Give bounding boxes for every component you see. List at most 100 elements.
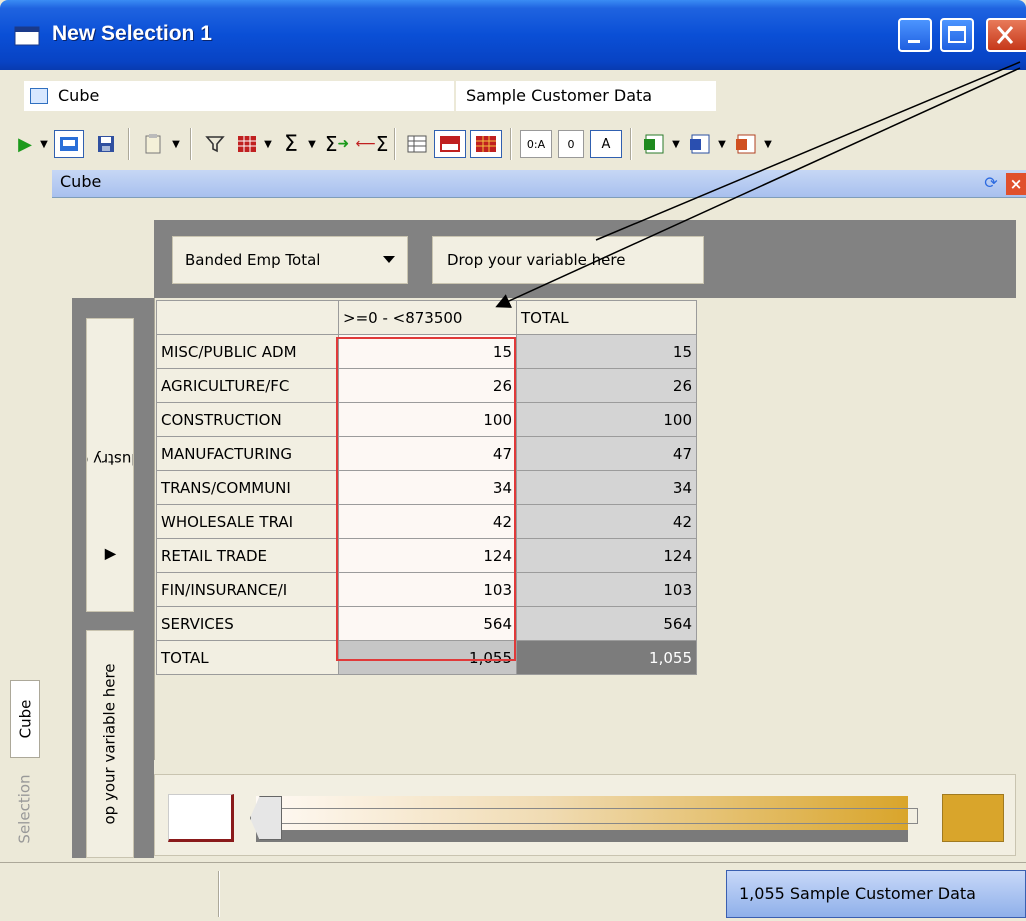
total-value-cell[interactable]: 34 xyxy=(516,470,697,505)
heatmap-view-icon[interactable] xyxy=(470,130,502,158)
zero-format-icon[interactable]: 0 xyxy=(558,130,584,158)
band-value-cell[interactable]: 47 xyxy=(338,436,517,471)
column-variable-label: Banded Emp Total xyxy=(185,251,321,269)
table-row: RETAIL TRADE 124 124 xyxy=(156,538,697,573)
total-value-cell[interactable]: 26 xyxy=(516,368,697,403)
data-source-field[interactable]: Sample Customer Data xyxy=(456,81,716,111)
excel-dropdown-icon[interactable]: ▼ xyxy=(670,130,682,158)
row-variable-chip[interactable]: ◀ Major Industry Category xyxy=(86,318,134,612)
sum-remove-icon[interactable]: ⟵ Σ xyxy=(356,130,389,158)
band-value-cell[interactable]: 42 xyxy=(338,504,517,539)
band-value-cell[interactable]: 26 xyxy=(338,368,517,403)
table-row: FIN/INSURANCE/I 103 103 xyxy=(156,572,697,607)
excel-export-icon[interactable] xyxy=(640,130,668,158)
band-value-cell[interactable]: 34 xyxy=(338,470,517,505)
open-icon[interactable] xyxy=(54,130,84,158)
list-view-icon[interactable] xyxy=(404,130,430,158)
clipboard-dropdown-icon[interactable]: ▼ xyxy=(170,130,182,158)
row-label[interactable]: MISC/PUBLIC ADM xyxy=(156,334,339,369)
filter-icon[interactable] xyxy=(202,130,228,158)
chevron-down-icon[interactable] xyxy=(383,256,395,263)
row-label[interactable]: FIN/INSURANCE/I xyxy=(156,572,339,607)
window-icon xyxy=(14,26,40,46)
total-value-cell[interactable]: 15 xyxy=(516,334,697,369)
table-row: WHOLESALE TRAI 42 42 xyxy=(156,504,697,539)
tab-selection-label: Selection xyxy=(16,774,35,844)
tab-cube[interactable]: Cube xyxy=(10,680,40,758)
table-icon[interactable] xyxy=(234,130,260,158)
cube-info-bar: Cube Sample Customer Data xyxy=(10,80,1026,112)
status-message: 1,055 Sample Customer Data xyxy=(726,870,1026,918)
decimal-format-icon[interactable]: 0:A xyxy=(520,130,552,158)
row-label[interactable]: AGRICULTURE/FC xyxy=(156,368,339,403)
row-label[interactable]: WHOLESALE TRAI xyxy=(156,504,339,539)
minimize-button[interactable] xyxy=(898,18,932,52)
cube-name: Cube xyxy=(58,86,100,105)
save-icon[interactable] xyxy=(92,130,120,158)
total-row: TOTAL 1,055 1,055 xyxy=(156,640,697,675)
total-value-cell[interactable]: 124 xyxy=(516,538,697,573)
cube-icon xyxy=(30,88,48,104)
sort-arrow-icon[interactable]: ◀ xyxy=(104,547,116,565)
band-grand-total-cell[interactable]: 1,055 xyxy=(338,640,517,675)
pin-icon[interactable]: ⟳ xyxy=(980,173,1002,195)
row-label[interactable]: MANUFACTURING xyxy=(156,436,339,471)
row-drop-zone[interactable]: op your variable here xyxy=(86,630,134,858)
pane-title: Cube xyxy=(60,172,102,191)
tab-cube-label: Cube xyxy=(16,699,35,739)
total-value-cell[interactable]: 564 xyxy=(516,606,697,641)
gradient-track xyxy=(266,808,918,824)
band-value-cell[interactable]: 103 xyxy=(338,572,517,607)
powerpoint-export-icon[interactable] xyxy=(732,130,760,158)
run-dropdown-icon[interactable]: ▼ xyxy=(38,130,50,158)
title-bar[interactable]: New Selection 1 xyxy=(0,0,1026,70)
total-value-cell[interactable]: 103 xyxy=(516,572,697,607)
column-header-band[interactable]: >=0 - <873500 xyxy=(338,300,517,335)
tab-selection[interactable]: Selection xyxy=(10,760,40,858)
band-value-cell[interactable]: 124 xyxy=(338,538,517,573)
total-value-cell[interactable]: 42 xyxy=(516,504,697,539)
run-icon[interactable]: ▶ xyxy=(14,130,36,158)
row-label[interactable]: RETAIL TRADE xyxy=(156,538,339,573)
pane-close-icon[interactable]: × xyxy=(1006,173,1026,195)
clipboard-icon[interactable] xyxy=(140,130,166,158)
text-format-icon[interactable]: A xyxy=(590,130,622,158)
low-color-swatch[interactable] xyxy=(168,794,234,842)
gradient-shadow xyxy=(256,830,908,842)
column-drop-zone[interactable]: Drop your variable here xyxy=(432,236,704,284)
total-row-label[interactable]: TOTAL xyxy=(156,640,339,675)
table-dropdown-icon[interactable]: ▼ xyxy=(262,130,274,158)
band-value-cell[interactable]: 564 xyxy=(338,606,517,641)
total-value-cell[interactable]: 100 xyxy=(516,402,697,437)
word-export-icon[interactable] xyxy=(686,130,714,158)
sum-icon[interactable]: Σ xyxy=(278,130,304,158)
grand-total-cell[interactable]: 1,055 xyxy=(516,640,697,675)
corner-cell xyxy=(156,300,339,335)
row-variable-label: Major Industry Category xyxy=(87,450,133,469)
row-label[interactable]: TRANS/COMMUNI xyxy=(156,470,339,505)
toolbar: ▶ ▼ ▼ ▼ Σ ▼ Σ ➜ ⟵ Σ 0:A 0 A ▼ ▼ ▼ xyxy=(0,120,1026,168)
maximize-button[interactable] xyxy=(940,18,974,52)
cube-name-field[interactable]: Cube xyxy=(24,81,454,111)
row-label[interactable]: CONSTRUCTION xyxy=(156,402,339,437)
high-color-swatch[interactable] xyxy=(942,794,1004,842)
sum-dropdown-icon[interactable]: ▼ xyxy=(306,130,318,158)
table-row: MISC/PUBLIC ADM 15 15 xyxy=(156,334,697,369)
column-drop-hint: Drop your variable here xyxy=(447,251,626,269)
total-value-cell[interactable]: 47 xyxy=(516,436,697,471)
band-value-cell[interactable]: 15 xyxy=(338,334,517,369)
pane-header: Cube ⟳ × xyxy=(52,170,1026,198)
grid-view-icon[interactable] xyxy=(434,130,466,158)
table-row: SERVICES 564 564 xyxy=(156,606,697,641)
word-dropdown-icon[interactable]: ▼ xyxy=(716,130,728,158)
table-row: AGRICULTURE/FC 26 26 xyxy=(156,368,697,403)
band-value-cell[interactable]: 100 xyxy=(338,402,517,437)
row-label[interactable]: SERVICES xyxy=(156,606,339,641)
sum-add-icon[interactable]: Σ ➜ xyxy=(322,130,352,158)
close-button[interactable] xyxy=(986,18,1026,52)
table-row: MANUFACTURING 47 47 xyxy=(156,436,697,471)
powerpoint-dropdown-icon[interactable]: ▼ xyxy=(762,130,774,158)
column-variable-chip[interactable]: Banded Emp Total xyxy=(172,236,408,284)
table-row: TRANS/COMMUNI 34 34 xyxy=(156,470,697,505)
column-header-total[interactable]: TOTAL xyxy=(516,300,697,335)
